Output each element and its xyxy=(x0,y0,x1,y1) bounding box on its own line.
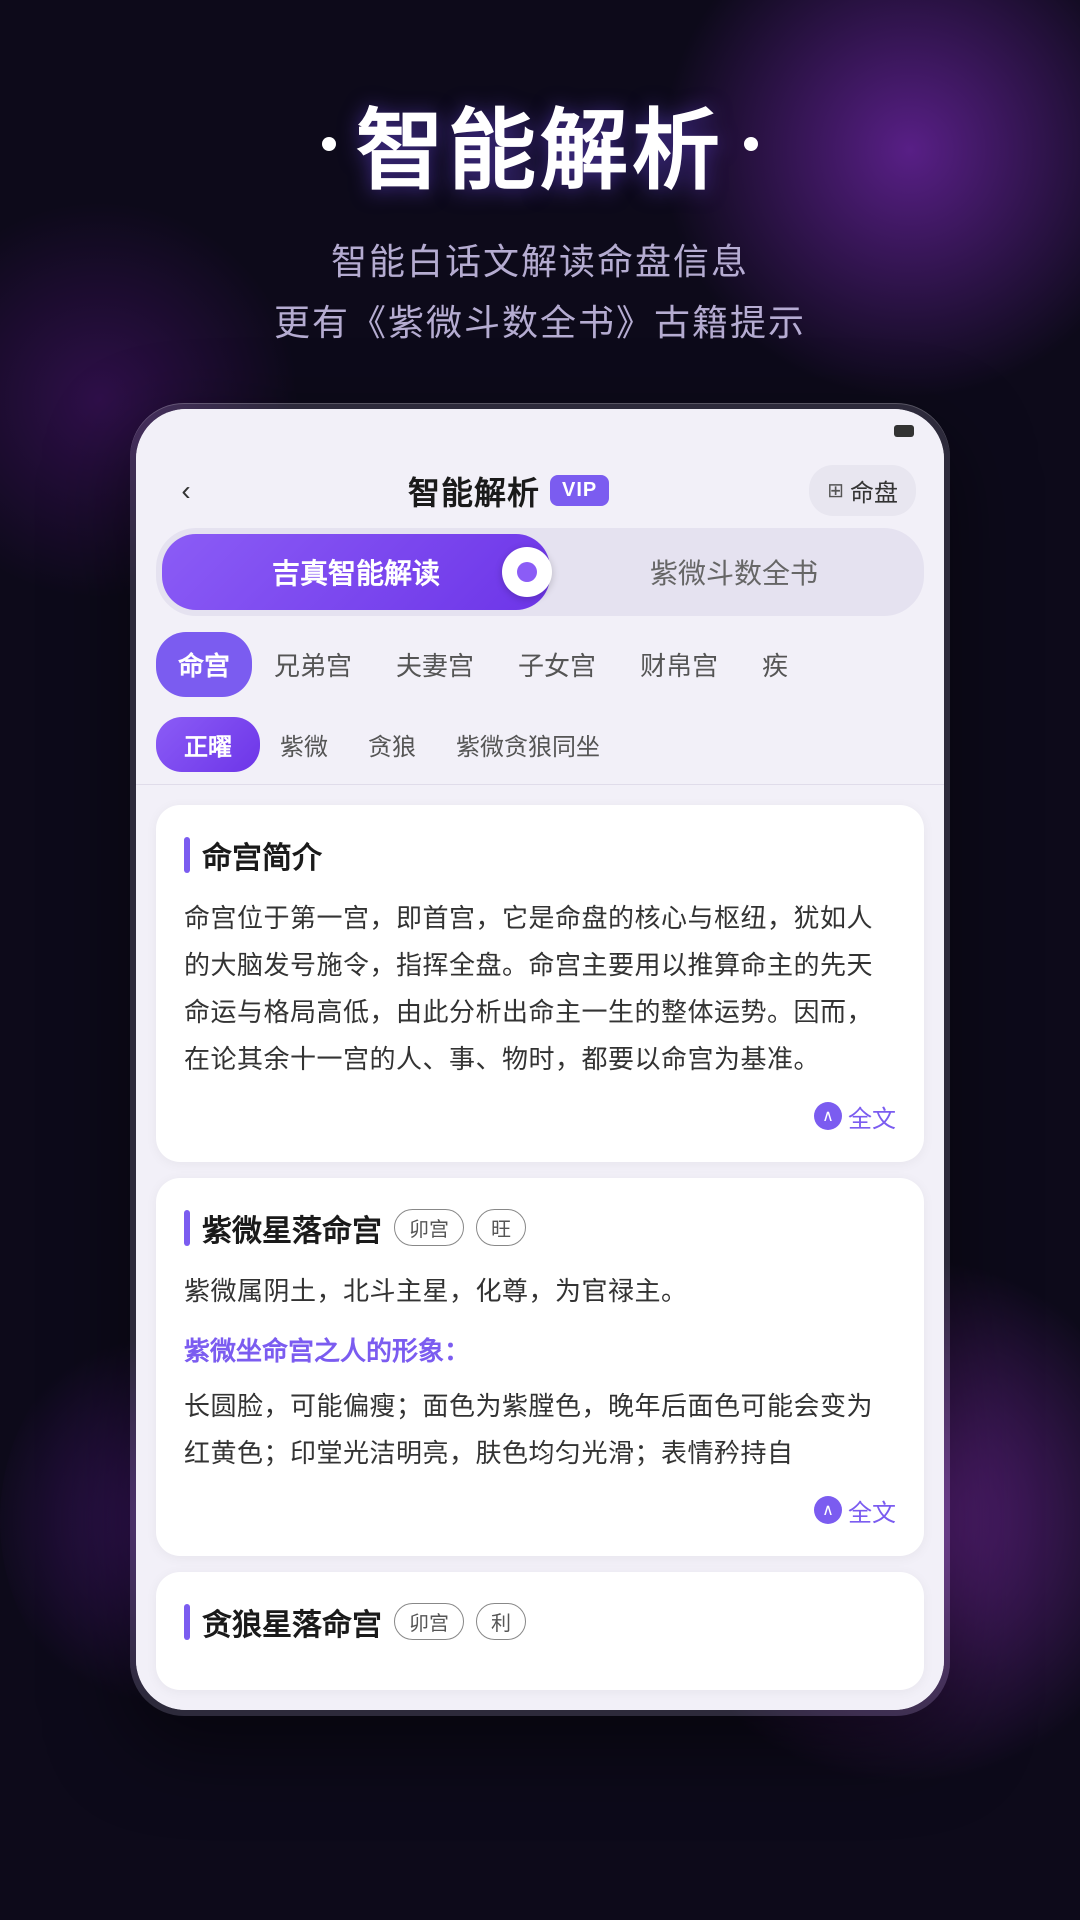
card2-accent xyxy=(184,1210,190,1246)
sub-tab-0[interactable]: 正曜 xyxy=(156,717,260,772)
card1-body: 命宫位于第一宫，即首宫，它是命盘的核心与枢纽，犹如人的大脑发号施令，指挥全盘。命… xyxy=(184,895,896,1082)
toggle-section: 吉真智能解读 紫微斗数全书 xyxy=(136,528,944,632)
signal-icon xyxy=(894,425,914,437)
title-dot-right xyxy=(744,137,758,151)
sub-tab-1[interactable]: 紫微 xyxy=(260,717,348,772)
category-tab-4[interactable]: 财帛宫 xyxy=(618,632,740,697)
phone-inner: ‹ 智能解析 VIP ⊞ 命盘 吉真智能解读 xyxy=(136,409,944,1709)
card1-read-more-button[interactable]: ∧ 全文 xyxy=(814,1099,896,1134)
card1-read-more-row: ∧ 全文 xyxy=(184,1099,896,1134)
card3-badge-maogong: 卯宫 xyxy=(394,1603,464,1640)
mingpan-label: 命盘 xyxy=(850,473,898,508)
card2-body: 紫微属阴土，北斗主星，化尊，为官禄主。 xyxy=(184,1268,896,1315)
nav-title-group: 智能解析 VIP xyxy=(408,468,609,514)
card2-title: 紫微星落命宫 xyxy=(202,1206,382,1250)
phone-mockup: ‹ 智能解析 VIP ⊞ 命盘 吉真智能解读 xyxy=(130,403,950,1715)
card1-chevron-up-icon: ∧ xyxy=(814,1102,842,1130)
card3-title-row: 贪狼星落命宫 卯宫 利 xyxy=(184,1600,896,1644)
toggle-active-tab[interactable]: 吉真智能解读 xyxy=(162,534,550,610)
category-tab-1[interactable]: 兄弟宫 xyxy=(252,632,374,697)
card2-purple-label: 紫微坐命宫之人的形象： xyxy=(184,1328,896,1375)
top-nav: ‹ 智能解析 VIP ⊞ 命盘 xyxy=(136,453,944,528)
subtitle: 智能白话文解读命盘信息 更有《紫微斗数全书》古籍提示 xyxy=(274,231,806,353)
title-row: 智能解析 xyxy=(274,80,806,207)
toggle-container: 吉真智能解读 紫微斗数全书 xyxy=(156,528,924,616)
category-tab-2[interactable]: 夫妻宫 xyxy=(374,632,496,697)
card3-accent xyxy=(184,1604,190,1640)
card2-read-more-row: ∧ 全文 xyxy=(184,1493,896,1528)
subtitle-line1: 智能白话文解读命盘信息 xyxy=(274,231,806,292)
card3-title: 贪狼星落命宫 xyxy=(202,1600,382,1644)
card1-read-more-label: 全文 xyxy=(848,1099,896,1134)
card1-accent xyxy=(184,837,190,873)
title-dot-left xyxy=(322,137,336,151)
card3-badge-li: 利 xyxy=(476,1603,526,1640)
toggle-inactive-tab[interactable]: 紫微斗数全书 xyxy=(550,534,918,610)
toggle-ball xyxy=(502,547,552,597)
card2-title-row: 紫微星落命宫 卯宫 旺 xyxy=(184,1206,896,1250)
page-content: 智能解析 智能白话文解读命盘信息 更有《紫微斗数全书》古籍提示 ‹ xyxy=(0,0,1080,1716)
card1-title-row: 命宫简介 xyxy=(184,833,896,877)
card-minggong-intro: 命宫简介 命宫位于第一宫，即首宫，它是命盘的核心与枢纽，犹如人的大脑发号施令，指… xyxy=(156,805,924,1161)
card2-read-more-button[interactable]: ∧ 全文 xyxy=(814,1493,896,1528)
card-tanlang-minggong: 贪狼星落命宫 卯宫 利 xyxy=(156,1572,924,1690)
card1-title: 命宫简介 xyxy=(202,833,322,877)
card2-badge-maogong: 卯宫 xyxy=(394,1209,464,1246)
category-tab-0[interactable]: 命宫 xyxy=(156,632,252,697)
vip-badge: VIP xyxy=(550,475,609,506)
main-title: 智能解析 xyxy=(356,80,724,207)
category-tab-3[interactable]: 子女宫 xyxy=(496,632,618,697)
back-button[interactable]: ‹ xyxy=(164,469,208,513)
category-tabs: 命宫 兄弟宫 夫妻宫 子女宫 财帛宫 疾 xyxy=(136,632,944,705)
card2-read-more-label: 全文 xyxy=(848,1493,896,1528)
card2-purple-body: 长圆脸，可能偏瘦；面色为紫膛色，晚年后面色可能会变为红黄色；印堂光洁明亮，肤色均… xyxy=(184,1383,896,1477)
main-content: 命宫简介 命宫位于第一宫，即首宫，它是命盘的核心与枢纽，犹如人的大脑发号施令，指… xyxy=(136,785,944,1709)
mingpan-icon: ⊞ xyxy=(827,478,844,503)
status-bar xyxy=(136,409,944,453)
card2-badge-wang: 旺 xyxy=(476,1209,526,1246)
app-content: ‹ 智能解析 VIP ⊞ 命盘 吉真智能解读 xyxy=(136,409,944,1709)
header-section: 智能解析 智能白话文解读命盘信息 更有《紫微斗数全书》古籍提示 xyxy=(274,80,806,353)
toggle-active-label: 吉真智能解读 xyxy=(272,558,440,589)
mingpan-button[interactable]: ⊞ 命盘 xyxy=(809,465,916,516)
sub-tab-3[interactable]: 紫微贪狼同坐 xyxy=(436,717,620,772)
category-tab-5[interactable]: 疾 xyxy=(740,632,810,697)
nav-title: 智能解析 xyxy=(408,468,540,514)
sub-tab-2[interactable]: 贪狼 xyxy=(348,717,436,772)
card2-chevron-up-icon: ∧ xyxy=(814,1496,842,1524)
card-ziwei-minggong: 紫微星落命宫 卯宫 旺 紫微属阴土，北斗主星，化尊，为官禄主。 紫微坐命宫之人的… xyxy=(156,1178,924,1556)
sub-tabs: 正曜 紫微 贪狼 紫微贪狼同坐 xyxy=(136,705,944,785)
subtitle-line2: 更有《紫微斗数全书》古籍提示 xyxy=(274,292,806,353)
status-icons xyxy=(894,425,914,437)
